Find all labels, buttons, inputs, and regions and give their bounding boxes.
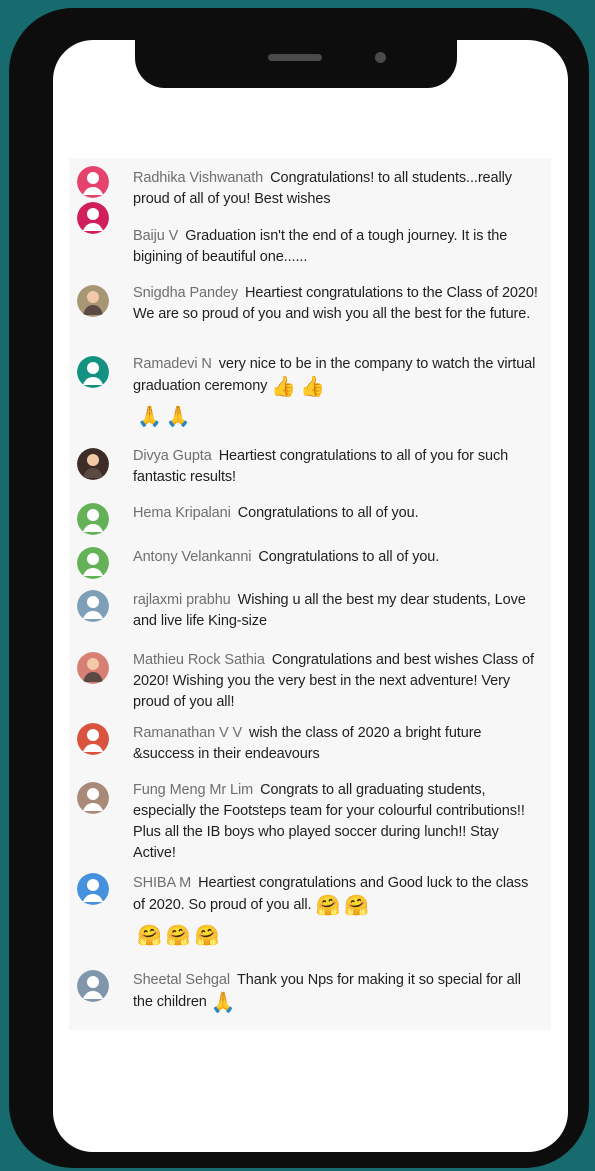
- message-author[interactable]: Ramanathan V V: [133, 725, 242, 741]
- emoji-icon: 🤗: [194, 925, 220, 947]
- message-body: Antony Velankanni Congratulations to all …: [133, 547, 543, 568]
- message-author[interactable]: Ramadevi N: [133, 356, 212, 372]
- message-text: Congratulations to all of you.: [237, 505, 419, 521]
- avatar-icon[interactable]: [77, 448, 109, 480]
- message-author[interactable]: Antony Velankanni: [133, 549, 252, 565]
- message-body: Snigdha Pandey Heartiest congratulations …: [133, 283, 543, 325]
- message-body: Sheetal Sehgal Thank you Nps for making i…: [133, 970, 543, 1015]
- message-author[interactable]: Radhika Vishwanath: [133, 170, 263, 186]
- emoji-icon: 🙏: [137, 406, 162, 428]
- message-body: Ramanathan V Vwish the class of 2020 a b…: [133, 723, 543, 765]
- emoji-icon: 🤗: [315, 895, 341, 917]
- phone-frame: Radhika Vishwanath Congratulations! to al…: [9, 8, 589, 1168]
- avatar-icon[interactable]: [77, 356, 109, 388]
- message-author[interactable]: Mathieu Rock Sathia: [133, 652, 265, 668]
- message-author[interactable]: Hema Kripalani: [133, 505, 231, 521]
- emoji-icon: 👍: [300, 376, 325, 398]
- speaker-grille: [268, 54, 322, 61]
- message-author[interactable]: Fung Meng Mr Lim: [133, 782, 253, 798]
- avatar-icon[interactable]: [77, 285, 109, 317]
- message-body: Baiju V Graduation isn't the end of a tou…: [133, 226, 543, 268]
- chat-feed[interactable]: Radhika Vishwanath Congratulations! to al…: [69, 158, 551, 1030]
- avatar-icon[interactable]: [77, 873, 109, 905]
- emoji-icon: 🙏: [210, 992, 236, 1014]
- phone-notch: [135, 28, 457, 88]
- avatar-icon[interactable]: [77, 590, 109, 622]
- message-text: Congratulations to all of you.: [258, 549, 440, 565]
- message-body: SHIBA M Heartiest congratulations and Goo…: [133, 873, 543, 948]
- message-body: Radhika Vishwanath Congratulations! to al…: [133, 168, 543, 210]
- avatar-icon[interactable]: [77, 202, 109, 234]
- message-author[interactable]: rajlaxmi prabhu: [133, 592, 231, 608]
- message-author[interactable]: SHIBA M: [133, 875, 191, 891]
- avatar-icon[interactable]: [77, 782, 109, 814]
- avatar-icon[interactable]: [77, 723, 109, 755]
- emoji-icon: 👍: [271, 376, 297, 398]
- message-author[interactable]: Sheetal Sehgal: [133, 972, 230, 988]
- avatar-icon[interactable]: [77, 970, 109, 1002]
- message-body: rajlaxmi prabhu Wishing u all the best my…: [133, 590, 543, 632]
- emoji-row: 🙏 🙏: [133, 405, 543, 429]
- emoji-icon: 🤗: [137, 925, 162, 947]
- message-body: Hema Kripalani Congratulations to all of …: [133, 503, 543, 524]
- message-text: Graduation isn't the end of a tough jour…: [133, 228, 508, 265]
- avatar-icon[interactable]: [77, 503, 109, 535]
- avatar-icon[interactable]: [77, 547, 109, 579]
- message-author[interactable]: Divya Gupta: [133, 448, 212, 464]
- message-author[interactable]: Baiju V: [133, 228, 178, 244]
- emoji-icon: 🤗: [344, 895, 370, 917]
- front-camera-icon: [375, 52, 386, 63]
- message-body: Mathieu Rock Sathia Congratulations and b…: [133, 650, 543, 713]
- message-author[interactable]: Snigdha Pandey: [133, 285, 238, 301]
- emoji-icon: 🙏: [165, 406, 191, 428]
- message-body: Fung Meng Mr Lim Congrats to all graduati…: [133, 780, 543, 864]
- phone-screen: Radhika Vishwanath Congratulations! to al…: [53, 40, 568, 1152]
- avatar-icon[interactable]: [77, 166, 109, 198]
- message-body: Divya Gupta Heartiest congratulations to …: [133, 446, 543, 488]
- emoji-icon: 🤗: [165, 925, 191, 947]
- message-body: Ramadevi Nvery nice to be in the company…: [133, 354, 543, 429]
- avatar-icon[interactable]: [77, 652, 109, 684]
- emoji-row: 🤗 🤗 🤗: [133, 924, 543, 948]
